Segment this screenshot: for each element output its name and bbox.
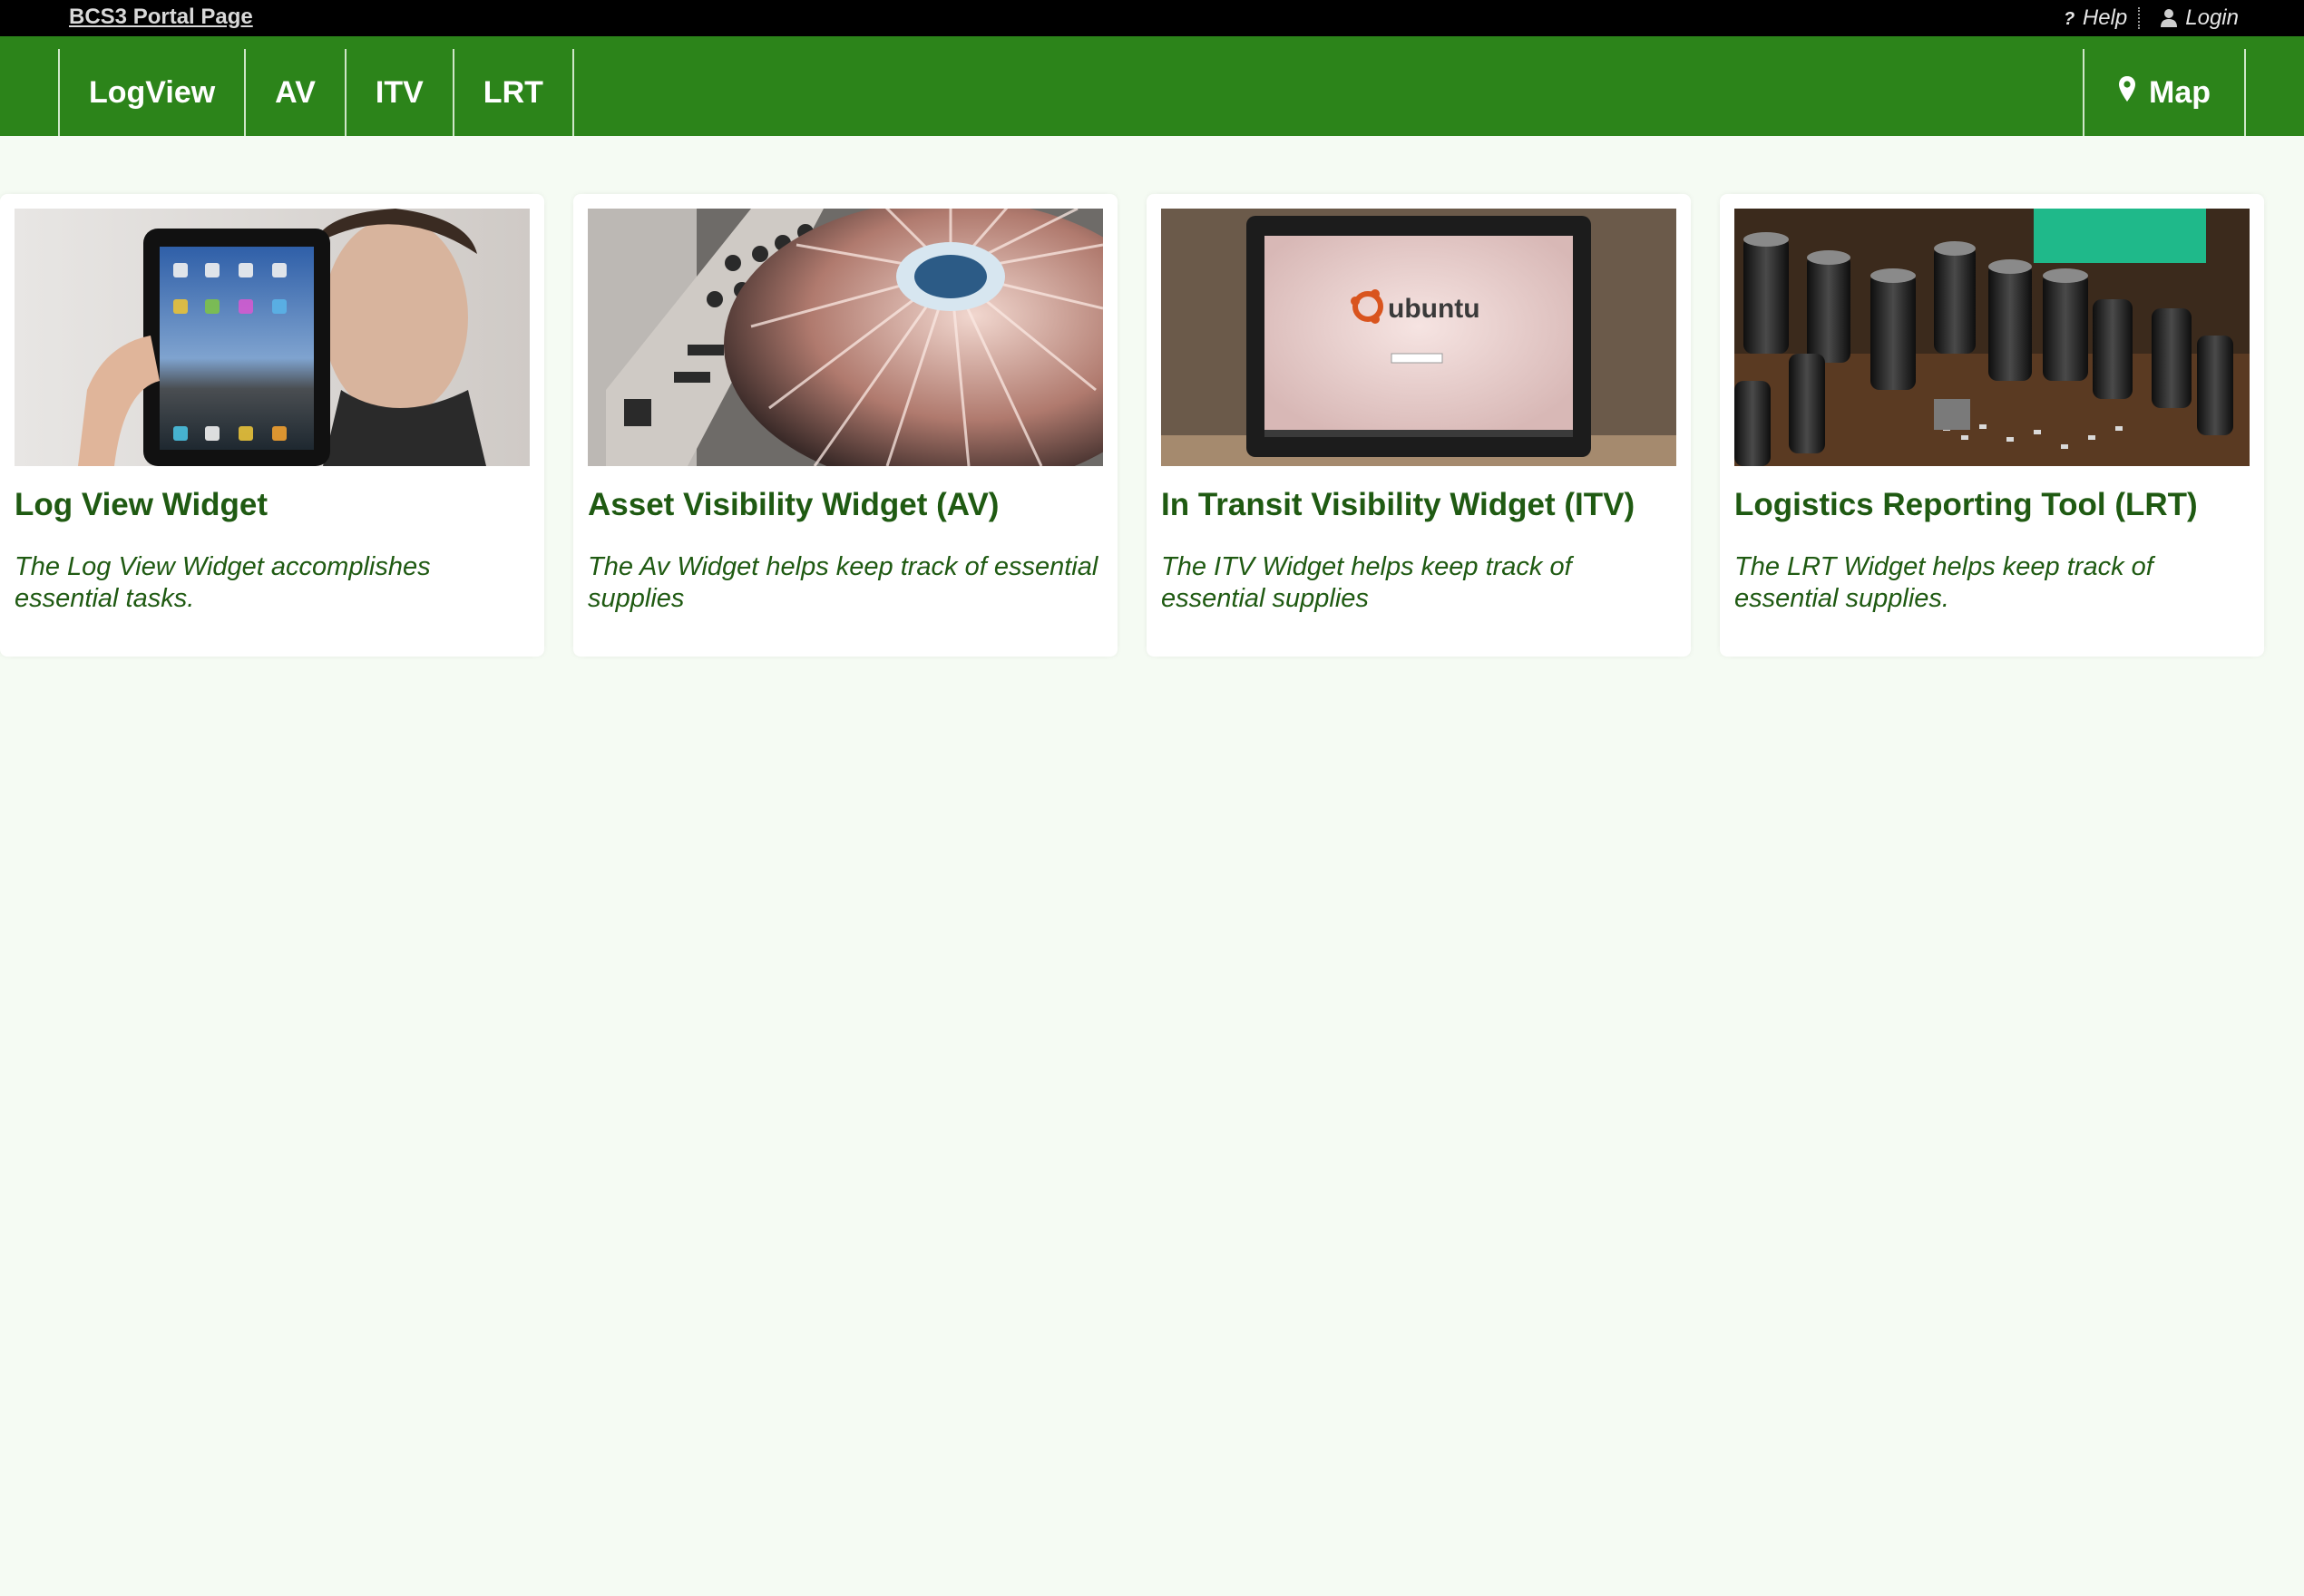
card-asset-visibility[interactable]: Asset Visibility Widget (AV) The Av Widg… <box>573 194 1118 657</box>
card-log-view[interactable]: Log View Widget The Log View Widget acco… <box>0 194 544 657</box>
card-title[interactable]: Log View Widget <box>15 486 541 524</box>
login-label: Login <box>2185 5 2239 30</box>
main-navbar: LogView AV ITV LRT Map <box>0 36 2304 136</box>
nav-item-lrt[interactable]: LRT <box>454 49 574 136</box>
map-marker-icon <box>2118 75 2136 111</box>
card-title[interactable]: In Transit Visibility Widget (ITV) <box>1161 486 1687 524</box>
nav-item-av[interactable]: AV <box>246 49 347 136</box>
card-description: The ITV Widget helps keep track of essen… <box>1161 552 1572 613</box>
card-description: The Av Widget helps keep track of essent… <box>588 552 1098 613</box>
card-description: The LRT Widget helps keep track of essen… <box>1734 552 2153 613</box>
nav-item-itv[interactable]: ITV <box>347 49 454 136</box>
card-title[interactable]: Asset Visibility Widget (AV) <box>588 486 1114 524</box>
question-icon: ? <box>2063 8 2075 28</box>
utility-separator <box>2138 7 2141 29</box>
circuit-board-capacitors-image <box>1734 209 2250 466</box>
nav-tabs: LogView AV ITV LRT <box>58 49 574 136</box>
card-description: The Log View Widget accomplishes essenti… <box>15 552 431 613</box>
person-holding-tablet-image <box>15 209 530 466</box>
svg-text:?: ? <box>2064 9 2075 28</box>
ubuntu-logo-text: ubuntu <box>1388 294 1480 324</box>
portal-page-link[interactable]: BCS3 Portal Page <box>69 3 253 32</box>
help-label: Help <box>2082 5 2128 30</box>
top-utility-bar: BCS3 Portal Page ? Help Login <box>0 0 2304 36</box>
login-link[interactable]: Login <box>2160 5 2239 31</box>
map-button[interactable]: Map <box>2083 49 2246 136</box>
laptop-ubuntu-login-image: ubuntu <box>1161 209 1676 466</box>
user-icon <box>2160 8 2178 28</box>
turntable-dj-mixer-image <box>588 209 1103 466</box>
card-logistics-reporting-tool[interactable]: Logistics Reporting Tool (LRT) The LRT W… <box>1720 194 2264 657</box>
card-in-transit-visibility[interactable]: ubuntu In Transit Visibility Widget (ITV… <box>1147 194 1691 657</box>
card-title[interactable]: Logistics Reporting Tool (LRT) <box>1734 486 2260 524</box>
utility-links: ? Help Login <box>2063 0 2239 36</box>
nav-item-logview[interactable]: LogView <box>60 49 247 136</box>
map-label: Map <box>2149 74 2211 110</box>
help-link[interactable]: ? Help <box>2063 5 2127 31</box>
